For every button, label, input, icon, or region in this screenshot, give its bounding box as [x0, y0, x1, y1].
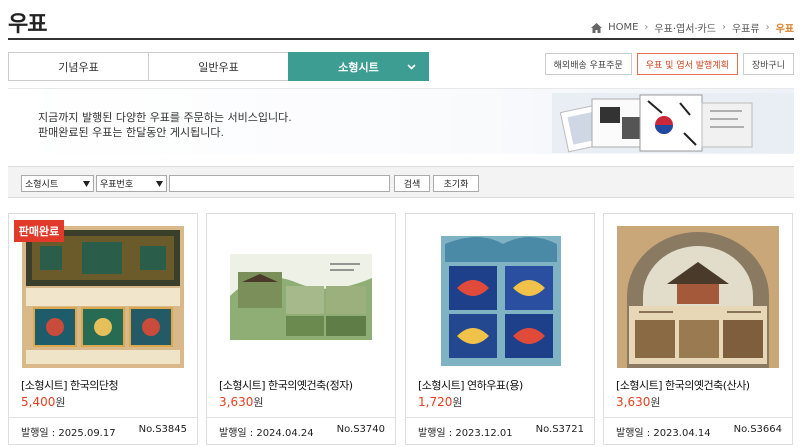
product-card[interactable]: [소형시트] 연하우표(용) 1,720원 발행일 : 2023.12.01 N…	[405, 213, 595, 445]
product-price: 3,630원	[219, 395, 264, 409]
tab-souvenir-sheet-label: 소형시트	[338, 60, 379, 74]
sold-out-badge: 판매완료	[14, 220, 64, 242]
header-divider	[8, 38, 794, 40]
breadcrumb: HOME › 우표·엽서·카드 › 우표류 › 우표	[591, 20, 794, 35]
utility-buttons: 해외배송 우표주문 우표 및 엽서 발행계획 장바구니	[544, 53, 794, 75]
search-button[interactable]: 검색	[394, 175, 430, 192]
search-field-select[interactable]: 우표번호	[96, 175, 167, 192]
chevron-right-icon: ›	[644, 22, 649, 33]
banner-text: 지금까지 발행된 다양한 우표를 주문하는 서비스입니다. 판매완료된 우표는 …	[38, 110, 292, 140]
product-card[interactable]: [소형시트] 한국의옛건축(정자) 3,630원 발행일 : 2024.04.2…	[206, 213, 396, 445]
breadcrumb-current[interactable]: 우표	[776, 20, 794, 35]
category-select[interactable]: 소형시트	[21, 175, 94, 192]
tab-souvenir-sheet[interactable]: 소형시트	[288, 52, 429, 81]
category-select-value: 소형시트	[25, 180, 59, 190]
product-card[interactable]: [소형시트] 한국의단청 5,400원 발행일 : 2025.09.17 No.…	[8, 213, 198, 445]
search-field-select-value: 우표번호	[100, 180, 134, 190]
product-name[interactable]: [소형시트] 한국의단청	[21, 377, 119, 393]
issue-date: 발행일 : 2024.04.24	[219, 428, 314, 439]
card-divider	[604, 417, 792, 418]
search-input[interactable]	[169, 175, 390, 192]
product-name[interactable]: [소형시트] 한국의옛건축(산사)	[616, 377, 750, 393]
home-icon[interactable]	[591, 22, 603, 33]
stamp-number: No.S3740	[336, 424, 385, 435]
page-title: 우표	[8, 12, 47, 37]
search-bar: 소형시트 우표번호 검색 초기화	[8, 166, 794, 198]
issue-plan-button[interactable]: 우표 및 엽서 발행계획	[636, 53, 738, 75]
stamp-number: No.S3721	[535, 424, 584, 435]
chevron-down-icon	[83, 181, 90, 187]
stamp-number: No.S3664	[733, 424, 782, 435]
product-price: 1,720원	[418, 395, 463, 409]
product-image-dancheong[interactable]	[22, 226, 184, 368]
tab-regular[interactable]: 일반우표	[148, 52, 289, 81]
chevron-right-icon: ›	[721, 22, 726, 33]
product-image-dragon[interactable]	[419, 226, 581, 368]
chevron-down-icon	[156, 181, 163, 187]
product-price: 3,630원	[616, 395, 661, 409]
banner-line-2: 판매완료된 우표는 한달동안 게시됩니다.	[38, 126, 225, 139]
breadcrumb-stamp-types[interactable]: 우표류	[732, 20, 760, 35]
breadcrumb-home[interactable]: HOME	[608, 22, 638, 33]
card-divider	[406, 417, 594, 418]
info-banner: 지금까지 발행된 다양한 우표를 주문하는 서비스입니다. 판매완료된 우표는 …	[8, 88, 794, 154]
reset-button[interactable]: 초기화	[433, 175, 479, 192]
tab-commemorative[interactable]: 기념우표	[8, 52, 149, 81]
cart-button[interactable]: 장바구니	[742, 53, 794, 75]
product-name[interactable]: [소형시트] 한국의옛건축(정자)	[219, 377, 353, 393]
product-price: 5,400원	[21, 395, 66, 409]
product-image-pavilion[interactable]	[220, 226, 382, 368]
stamp-collage-illustration	[552, 93, 794, 153]
product-image-temple[interactable]	[617, 226, 779, 368]
breadcrumb-postal-items[interactable]: 우표·엽서·카드	[654, 20, 716, 35]
card-divider	[207, 417, 395, 418]
product-name[interactable]: [소형시트] 연하우표(용)	[418, 377, 523, 393]
page: 우표 HOME › 우표·엽서·카드 › 우표류 › 우표 기념우표 일반우표 …	[0, 0, 800, 447]
chevron-right-icon: ›	[765, 22, 770, 33]
banner-line-1: 지금까지 발행된 다양한 우표를 주문하는 서비스입니다.	[38, 111, 292, 124]
overseas-order-button[interactable]: 해외배송 우표주문	[544, 53, 632, 75]
issue-date: 발행일 : 2025.09.17	[21, 428, 116, 439]
issue-date: 발행일 : 2023.04.14	[616, 428, 711, 439]
product-card[interactable]: [소형시트] 한국의옛건축(산사) 3,630원 발행일 : 2023.04.1…	[603, 213, 793, 445]
stamp-number: No.S3845	[138, 424, 187, 435]
issue-date: 발행일 : 2023.12.01	[418, 428, 513, 439]
card-divider	[9, 417, 197, 418]
chevron-down-icon	[407, 64, 416, 70]
tab-bar: 기념우표 일반우표 소형시트	[8, 52, 429, 81]
